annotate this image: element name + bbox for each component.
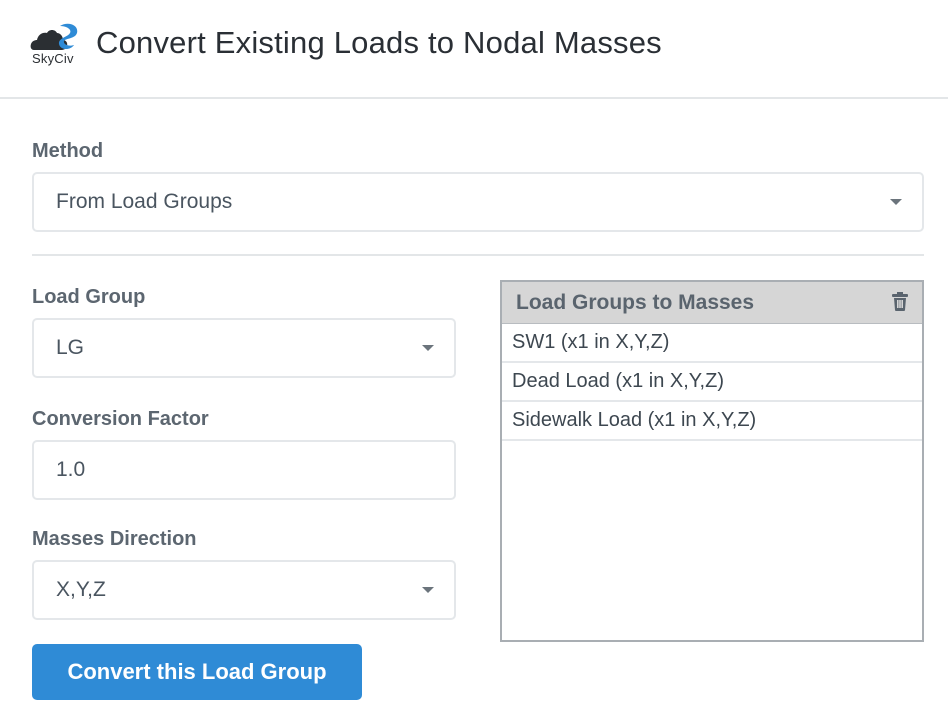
skyciv-logo-icon [30, 23, 78, 50]
load-group-value: LG [56, 336, 85, 359]
method-select[interactable]: From Load Groups [32, 172, 924, 232]
masses-direction-label: Masses Direction [32, 528, 197, 550]
masses-direction-select[interactable]: X,Y,Z [32, 560, 456, 620]
panel-header: Load Groups to Masses [502, 282, 922, 324]
masses-direction-value: X,Y,Z [56, 578, 106, 601]
conversion-factor-label: Conversion Factor [32, 408, 209, 430]
method-label: Method [32, 140, 104, 162]
convert-load-group-button[interactable]: Convert this Load Group [32, 644, 362, 700]
trash-icon[interactable] [892, 292, 908, 311]
conversion-factor-input[interactable]: 1.0 [32, 440, 456, 500]
caret-down-icon [422, 587, 434, 593]
method-value: From Load Groups [56, 190, 233, 213]
conversion-factor-value: 1.0 [56, 458, 86, 481]
page-title: Convert Existing Loads to Nodal Masses [96, 25, 662, 60]
panel-title: Load Groups to Masses [516, 291, 755, 314]
logo-text: SkyCiv [32, 51, 74, 66]
header: SkyCiv Convert Existing Loads to Nodal M… [0, 0, 948, 99]
caret-down-icon [890, 199, 902, 205]
load-group-select[interactable]: LG [32, 318, 456, 378]
load-groups-to-masses-panel: Load Groups to Masses SW1 (x1 in X,Y,Z) … [500, 280, 924, 642]
skyciv-logo: SkyCiv [30, 22, 82, 68]
list-item[interactable]: Sidewalk Load (x1 in X,Y,Z) [502, 402, 922, 441]
list-item[interactable]: Dead Load (x1 in X,Y,Z) [502, 363, 922, 402]
load-group-label: Load Group [32, 286, 146, 308]
caret-down-icon [422, 345, 434, 351]
divider [32, 254, 924, 256]
list-item[interactable]: SW1 (x1 in X,Y,Z) [502, 324, 922, 363]
